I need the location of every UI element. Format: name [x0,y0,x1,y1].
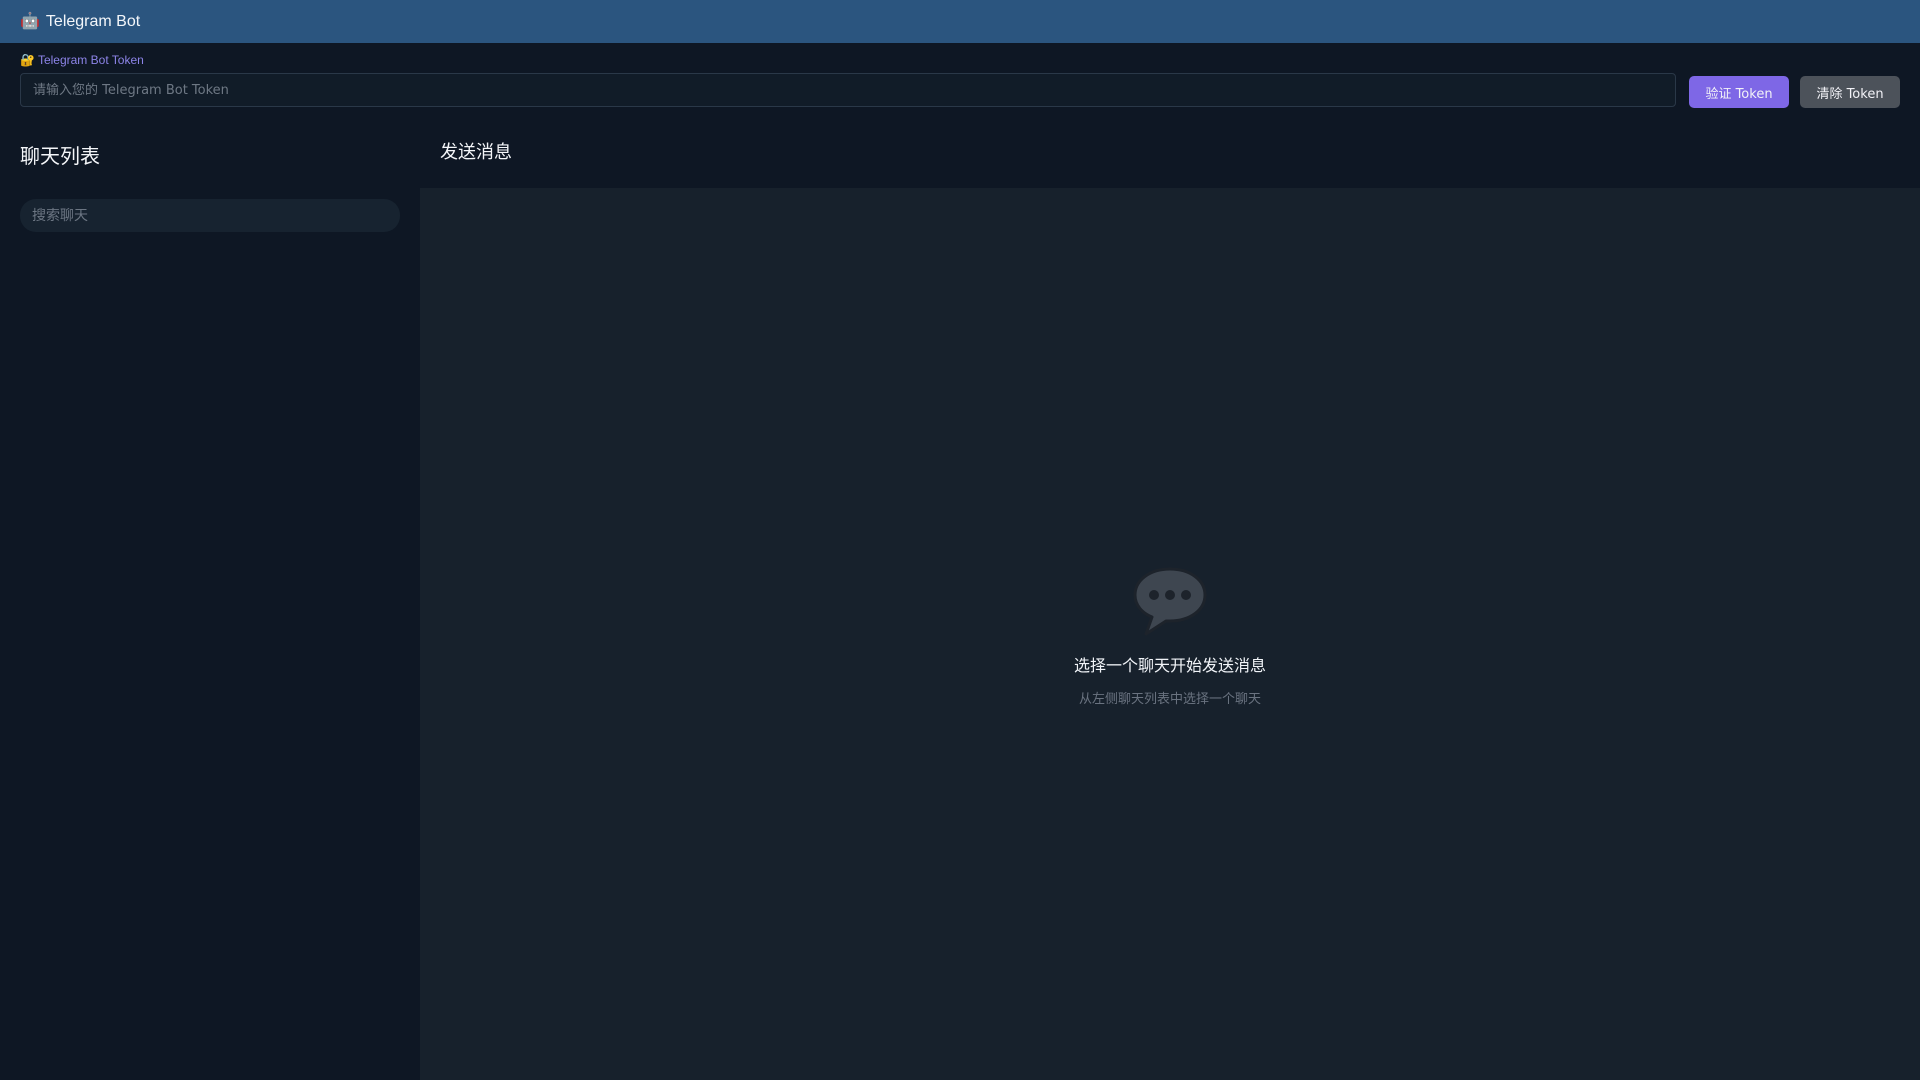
chat-bubble-icon [1133,567,1207,636]
clear-token-button[interactable]: 清除 Token [1800,76,1900,108]
empty-state-title: 选择一个聊天开始发送消息 [1073,656,1266,675]
top-bar: 🤖 Telegram Bot [0,0,1920,43]
chat-list-title: 聊天列表 [20,144,100,168]
app-title: 🤖 Telegram Bot [20,13,140,31]
app-title-text: Telegram Bot [45,12,141,30]
chat-list-sidebar: 聊天列表 [0,113,420,1080]
send-message-panel: 发送消息 选择一个聊天开始发送消息 从左侧聊天列表中选择一个聊天 [420,113,1920,1080]
empty-state-subtitle: 从左侧聊天列表中选择一个聊天 [1078,692,1261,707]
robot-icon: 🤖 [20,12,40,30]
token-section: 🔐 Telegram Bot Token 验证 Token 清除 Token [20,53,1900,113]
empty-state: 选择一个聊天开始发送消息 从左侧聊天列表中选择一个聊天 [420,566,1920,707]
verify-token-button[interactable]: 验证 Token [1689,76,1789,108]
chat-search-input[interactable] [20,199,400,232]
token-label-text: Telegram Bot Token [37,53,144,67]
main-header: 发送消息 [420,113,1920,188]
lock-icon: 🔐 [20,53,35,67]
token-input[interactable] [20,73,1676,107]
message-area: 选择一个聊天开始发送消息 从左侧聊天列表中选择一个聊天 [420,188,1920,1080]
send-message-title: 发送消息 [440,142,512,163]
token-label: 🔐 Telegram Bot Token [20,53,144,67]
